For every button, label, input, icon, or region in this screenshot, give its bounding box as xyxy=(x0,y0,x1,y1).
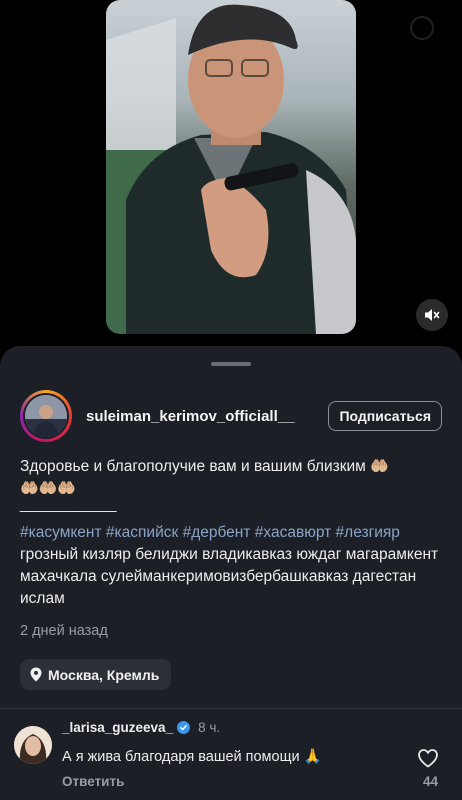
location-pin-icon xyxy=(30,667,42,682)
hashtag-link[interactable]: #лезгияр xyxy=(336,524,400,541)
location-label: Москва, Кремль xyxy=(48,666,160,683)
comment-item: _larisa_guzeeva_ 8 ч. А я жива благодаря… xyxy=(14,720,450,790)
video-player[interactable] xyxy=(106,0,356,334)
caption-divider: _____________ xyxy=(20,496,116,513)
section-divider xyxy=(0,708,462,709)
caption-text: Здоровье и благополучие вам и вашим близ… xyxy=(20,458,366,475)
avatar-image xyxy=(25,395,67,437)
reply-button[interactable]: Ответить xyxy=(62,774,124,789)
hashtag-link[interactable]: #каспийск xyxy=(106,524,178,541)
tags-plain-text: грозный кизляр белиджи владикавказ юждаг… xyxy=(20,546,439,607)
sheet-drag-handle[interactable] xyxy=(211,362,251,366)
follow-button[interactable]: Подписаться xyxy=(328,401,442,431)
hashtag-link[interactable]: #касумкент xyxy=(20,524,102,541)
comment-text: А я жива благодаря вашей помощи 🙏 xyxy=(62,748,322,765)
author-username[interactable]: suleiman_kerimov_officiall__ xyxy=(86,408,294,425)
comment-timestamp: 8 ч. xyxy=(198,720,221,735)
location-chip[interactable]: Москва, Кремль xyxy=(20,659,172,690)
author-row: suleiman_kerimov_officiall__ Подписаться xyxy=(20,390,442,442)
ghost-icon xyxy=(410,16,434,40)
post-details-sheet: suleiman_kerimov_officiall__ Подписаться… xyxy=(0,346,462,800)
mute-button[interactable] xyxy=(416,299,448,331)
verified-badge-icon xyxy=(177,721,191,734)
commenter-avatar[interactable] xyxy=(14,726,52,764)
comment-like-count: 44 xyxy=(422,774,438,789)
heart-icon[interactable] xyxy=(416,746,440,770)
speaker-muted-icon xyxy=(425,309,440,321)
comment-body: А я жива благодаря вашей помощи xyxy=(62,749,300,765)
author-avatar[interactable] xyxy=(20,390,72,442)
post-timestamp: 2 дней назад xyxy=(20,623,108,639)
video-area[interactable] xyxy=(0,0,462,350)
hashtag-link[interactable]: #хасавюрт xyxy=(255,524,331,541)
commenter-username[interactable]: _larisa_guzeeva_ xyxy=(62,720,173,735)
post-hashtags: #касумкент #каспийск #дербент #хасавюрт … xyxy=(20,522,444,610)
video-frame-image xyxy=(106,4,356,334)
post-caption: Здоровье и благополучие вам и вашим близ… xyxy=(20,456,440,500)
comment-emoji: 🙏 xyxy=(303,749,322,765)
commenter-avatar-image xyxy=(14,726,52,764)
commenter-header: _larisa_guzeeva_ 8 ч. xyxy=(62,720,220,735)
caption-emoji: 🤲🏼 xyxy=(370,458,389,475)
hashtag-link[interactable]: #дербент xyxy=(183,524,251,541)
